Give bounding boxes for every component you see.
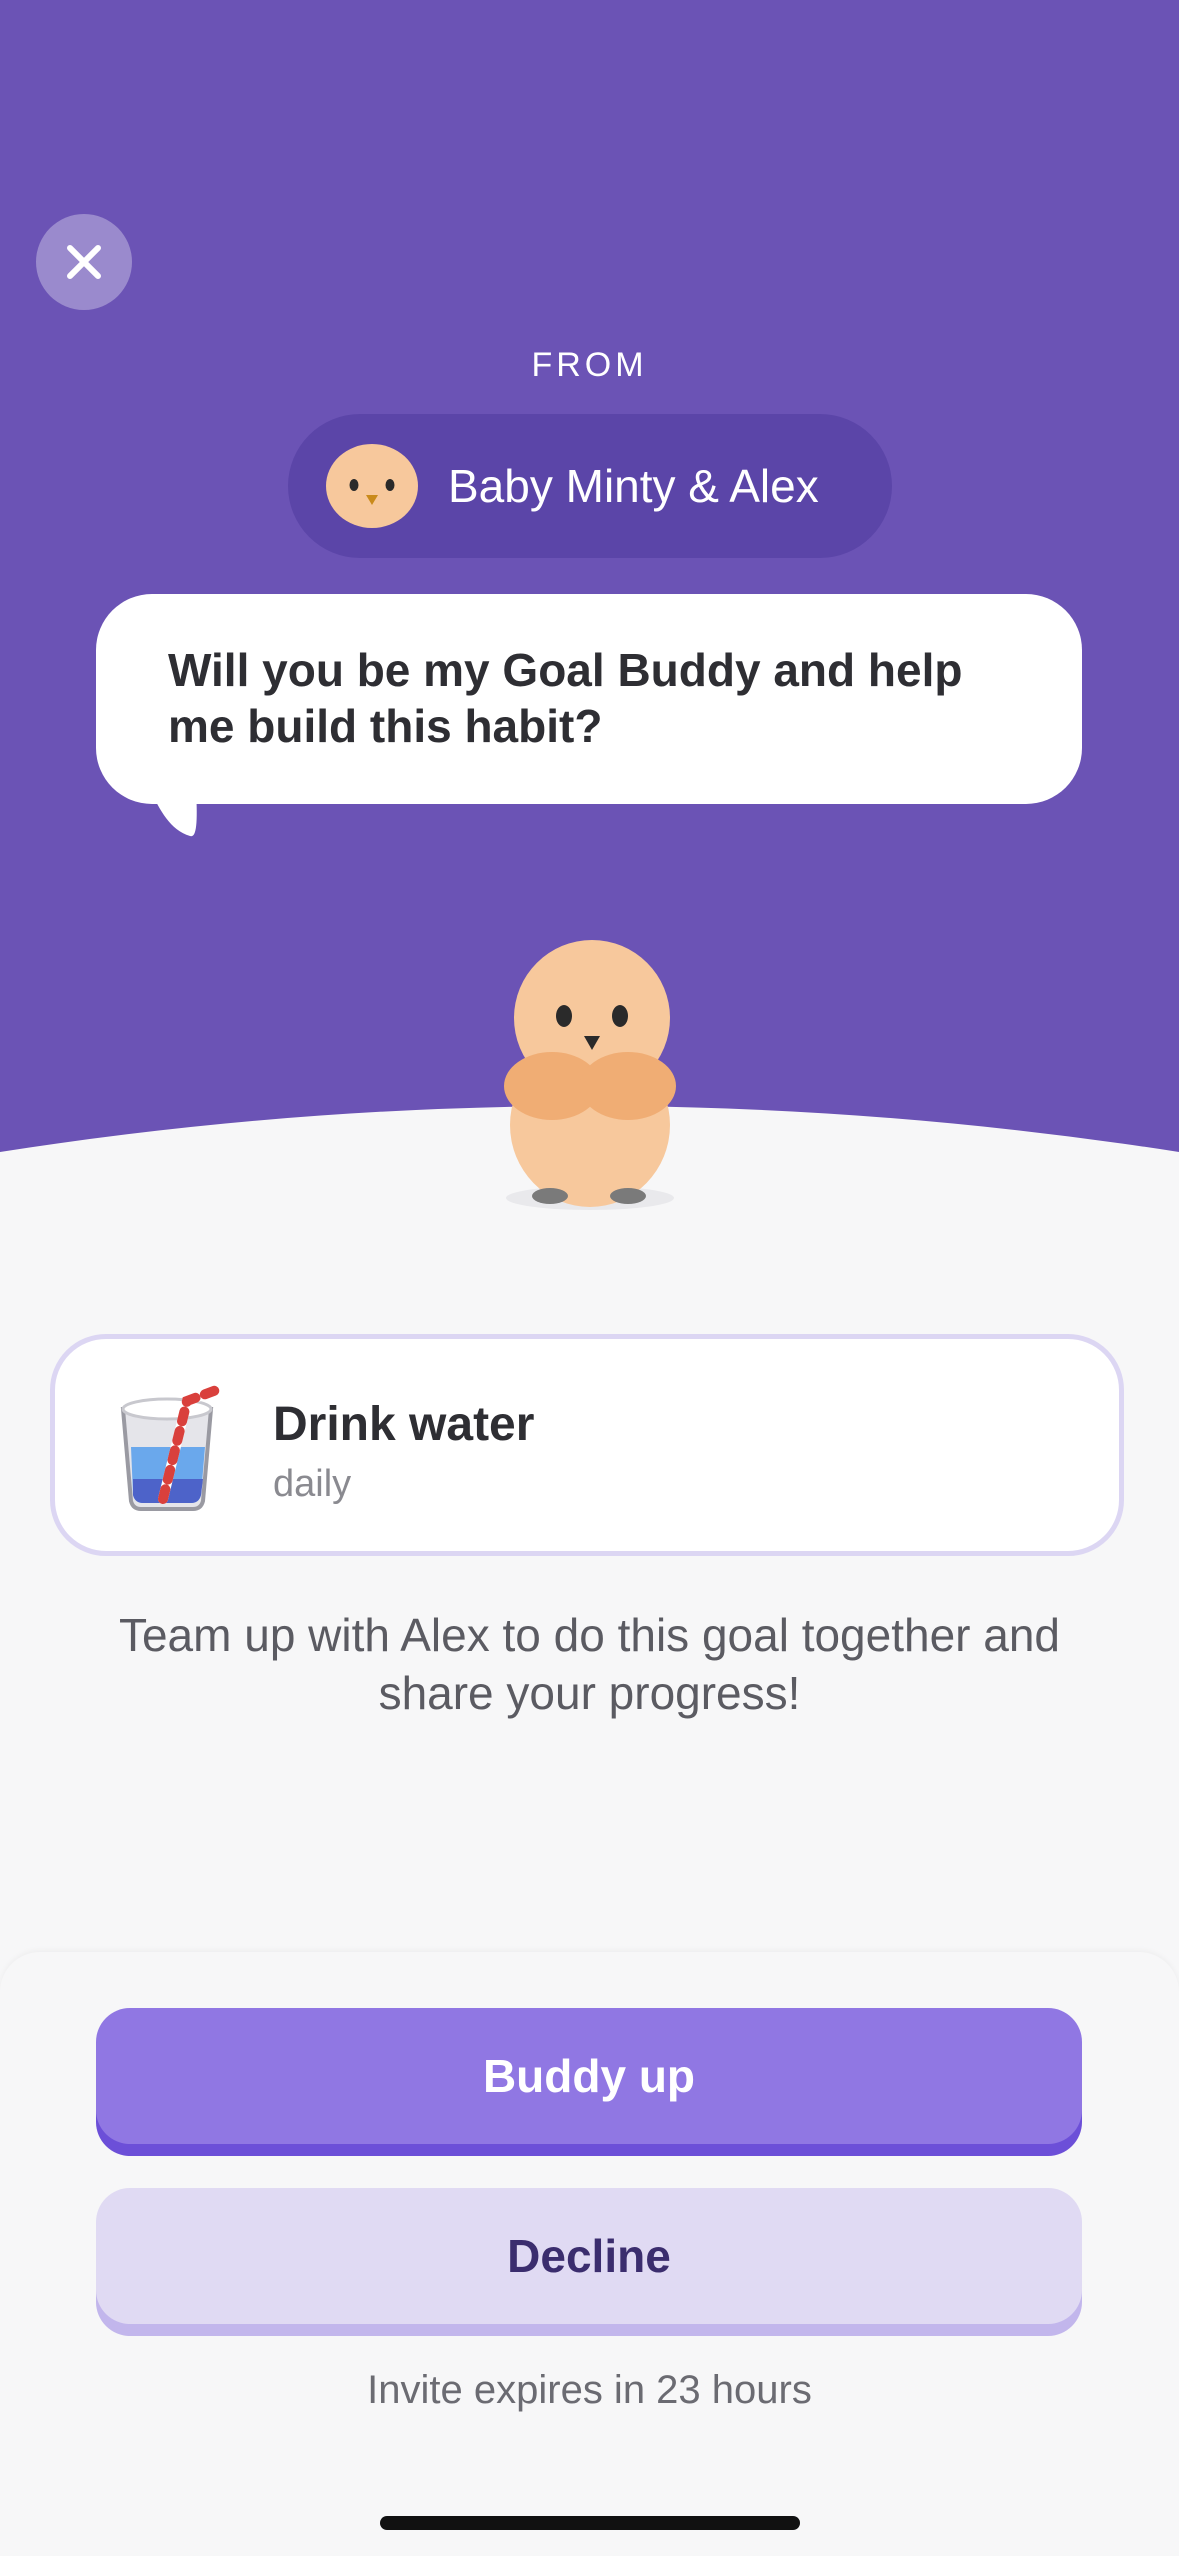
goal-frequency: daily (273, 1463, 352, 1505)
decline-button[interactable]: Decline (96, 2188, 1082, 2324)
from-label: FROM (531, 346, 648, 384)
buddy-up-button[interactable]: Buddy up (96, 2008, 1082, 2144)
home-indicator[interactable] (380, 2516, 800, 2530)
sender-pill: Baby Minty & Alex (288, 414, 892, 558)
close-button[interactable] (36, 214, 132, 310)
sender-name: Baby Minty & Alex (448, 460, 819, 512)
goal-title: Drink water (273, 1398, 535, 1451)
speech-bubble: Will you be my Goal Buddy and help me bu… (96, 594, 1082, 804)
goal-card: Drink water daily (50, 1334, 1124, 1556)
close-icon (67, 245, 101, 279)
speech-bubble-tail (150, 790, 197, 837)
speech-bubble-text: Will you be my Goal Buddy and help me bu… (168, 644, 963, 752)
invite-description: Team up with Alex to do this goal togeth… (118, 1609, 1061, 1719)
mascot-illustration (504, 940, 676, 1210)
water-glass-icon (120, 1384, 224, 1511)
invite-expiry-text: Invite expires in 23 hours (367, 2368, 812, 2412)
sender-avatar (326, 443, 418, 529)
